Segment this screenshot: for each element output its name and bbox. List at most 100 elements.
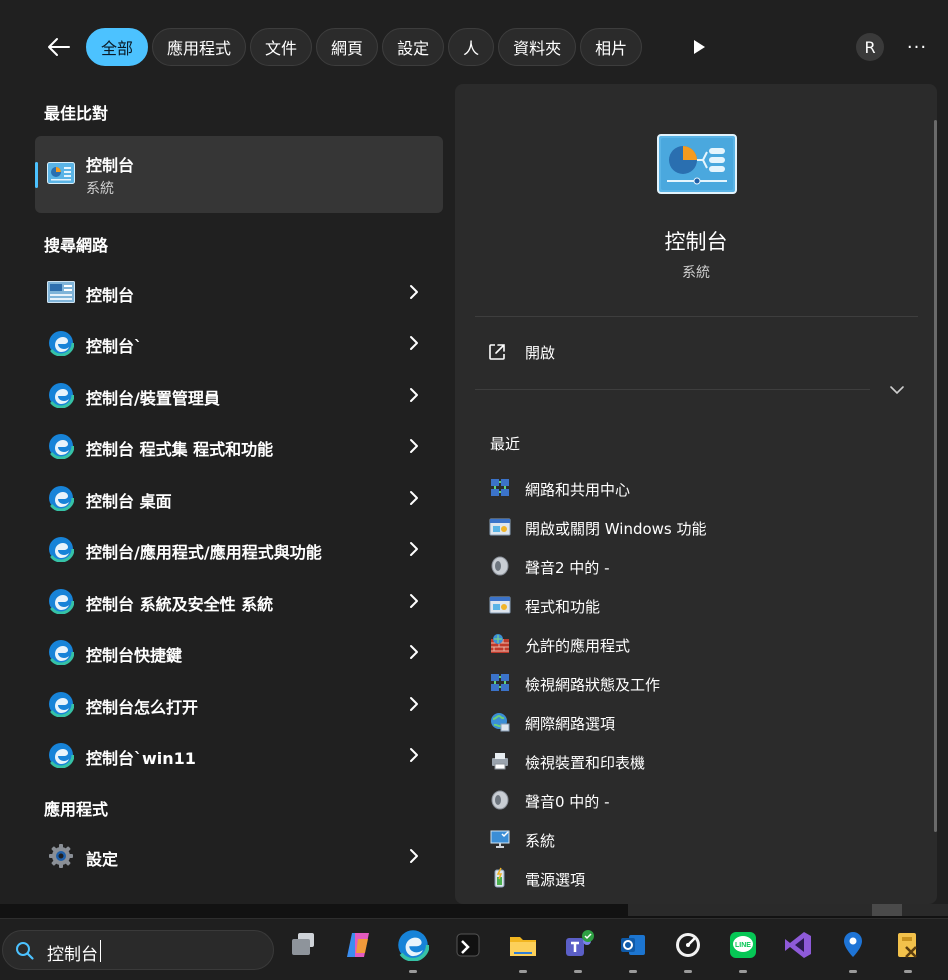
running-indicator: [904, 970, 912, 973]
programs-icon: [489, 518, 511, 536]
recent-heading: 最近: [490, 435, 521, 453]
taskbar-app-line[interactable]: LINE: [723, 929, 763, 973]
chevron-right-icon: [410, 697, 418, 711]
web-result-item[interactable]: 控制台 系統及安全性 系統: [35, 577, 443, 625]
app-result-item[interactable]: 設定: [35, 832, 443, 880]
taskbar-app-outlook[interactable]: [613, 929, 653, 973]
web-result-item[interactable]: 控制台/裝置管理員: [35, 371, 443, 419]
filter-bar: 全部 應用程式 文件 網頁 設定 人 資料夾 相片 R ···: [0, 0, 948, 92]
chevron-right-icon: [410, 849, 418, 863]
web-result-item[interactable]: 控制台 程式集 程式和功能: [35, 422, 443, 470]
best-match-heading: 最佳比對: [44, 104, 109, 123]
sound-icon: [491, 556, 509, 576]
recent-item[interactable]: 檢視裝置和印表機: [475, 742, 918, 781]
recent-label: 開啟或關閉 Windows 功能: [525, 520, 707, 538]
taskbar-app-maps[interactable]: [833, 929, 873, 973]
chevron-down-icon[interactable]: [887, 382, 907, 398]
teams-icon: [566, 930, 594, 956]
preview-title: 控制台: [664, 230, 728, 254]
printer-icon: [492, 753, 508, 770]
edge-icon: [48, 485, 74, 511]
search-icon: [16, 942, 34, 960]
taskbar-search-box[interactable]: 控制台: [2, 930, 274, 970]
tab-all[interactable]: 全部: [86, 28, 149, 66]
recent-label: 網際網路選項: [525, 715, 616, 733]
chevron-right-icon: [410, 439, 418, 453]
scrollbar[interactable]: [934, 120, 937, 832]
tools-icon: [898, 933, 917, 958]
recent-label: 檢視網路狀態及工作: [525, 676, 661, 694]
web-result-label: 控制台 程式集 程式和功能: [86, 440, 274, 459]
task-view-icon: [292, 933, 314, 955]
recent-item[interactable]: 聲音0 中的 -: [475, 781, 918, 820]
avatar[interactable]: R: [856, 33, 884, 61]
open-label: 開啟: [525, 344, 556, 362]
search-flyout: 全部 應用程式 文件 網頁 設定 人 資料夾 相片 R ··· 最佳比對 控制台: [0, 0, 948, 912]
edge-icon: [48, 382, 74, 408]
tab-settings[interactable]: 設定: [382, 28, 445, 66]
selection-indicator: [35, 162, 38, 188]
running-indicator: [519, 970, 527, 973]
control-panel-small-icon: [47, 281, 75, 303]
tab-apps[interactable]: 應用程式: [152, 28, 247, 66]
open-action[interactable]: 開啟: [475, 332, 918, 372]
arrow-left-icon: [48, 38, 70, 56]
taskbar-app-visual-studio[interactable]: [778, 929, 818, 973]
taskbar-app-file-explorer[interactable]: [503, 929, 543, 973]
more-options-button[interactable]: ···: [900, 30, 934, 64]
recent-label: 系統: [525, 832, 556, 850]
sound-icon: [491, 790, 509, 810]
taskbar-app-teams[interactable]: [558, 929, 598, 973]
chevron-right-icon: [410, 388, 418, 402]
recent-item[interactable]: 電源選項: [475, 859, 918, 898]
tab-people[interactable]: 人: [448, 28, 495, 66]
divider: [475, 316, 918, 317]
web-result-item[interactable]: 控制台怎么打开: [35, 680, 443, 728]
recent-item[interactable]: 允許的應用程式: [475, 625, 918, 664]
recent-item[interactable]: 檢視網路狀態及工作: [475, 664, 918, 703]
search-input[interactable]: 控制台: [47, 940, 98, 965]
tab-folders[interactable]: 資料夾: [498, 28, 577, 66]
running-indicator: [684, 970, 692, 973]
maps-pin-icon: [844, 932, 862, 957]
network-icon: [491, 479, 509, 496]
recent-item[interactable]: 程式和功能: [475, 586, 918, 625]
best-match-type: 系統: [86, 181, 114, 197]
tab-photos[interactable]: 相片: [580, 28, 643, 66]
taskbar-app-tools[interactable]: [888, 929, 928, 973]
web-result-label: 控制台 桌面: [86, 492, 172, 511]
web-result-label: 控制台`win11: [86, 749, 196, 768]
taskbar-app-task-view[interactable]: [284, 929, 324, 973]
tab-documents[interactable]: 文件: [250, 28, 313, 66]
web-result-item[interactable]: 控制台 桌面: [35, 474, 443, 522]
play-icon: [694, 40, 705, 54]
taskbar-app-copilot[interactable]: [338, 929, 378, 973]
web-result-item[interactable]: 控制台/應用程式/應用程式與功能: [35, 525, 443, 573]
best-match-item[interactable]: 控制台 系統: [35, 136, 443, 213]
back-button[interactable]: [42, 30, 76, 64]
chevron-right-icon: [410, 748, 418, 762]
taskbar: 控制台 LINE: [0, 918, 948, 980]
taskbar-app-edge[interactable]: [393, 929, 433, 973]
taskbar-app-terminal[interactable]: [448, 929, 488, 973]
recent-label: 網路和共用中心: [525, 481, 631, 499]
web-result-label: 控制台快捷鍵: [86, 646, 183, 665]
web-result-label: 控制台/應用程式/應用程式與功能: [86, 543, 322, 562]
recent-item[interactable]: 聲音2 中的 -: [475, 547, 918, 586]
edge-icon: [48, 691, 74, 717]
system-icon: [490, 830, 510, 848]
web-result-item[interactable]: 控制台快捷鍵: [35, 628, 443, 676]
taskbar-app-speedometer[interactable]: [668, 929, 708, 973]
settings-gear-icon: [49, 844, 73, 868]
web-result-item[interactable]: 控制台`win11: [35, 731, 443, 779]
web-result-item[interactable]: 控制台: [35, 268, 443, 316]
recent-item[interactable]: 開啟或關閉 Windows 功能: [475, 508, 918, 547]
more-filters-button[interactable]: [682, 30, 716, 64]
recent-item[interactable]: 網路和共用中心: [475, 469, 918, 508]
recent-item[interactable]: 網際網路選項: [475, 703, 918, 742]
tab-web[interactable]: 網頁: [316, 28, 379, 66]
web-search-heading: 搜尋網路: [44, 236, 109, 255]
web-result-item[interactable]: 控制台`: [35, 319, 443, 367]
recent-item[interactable]: 系統: [475, 820, 918, 859]
svg-text:LINE: LINE: [735, 942, 751, 949]
